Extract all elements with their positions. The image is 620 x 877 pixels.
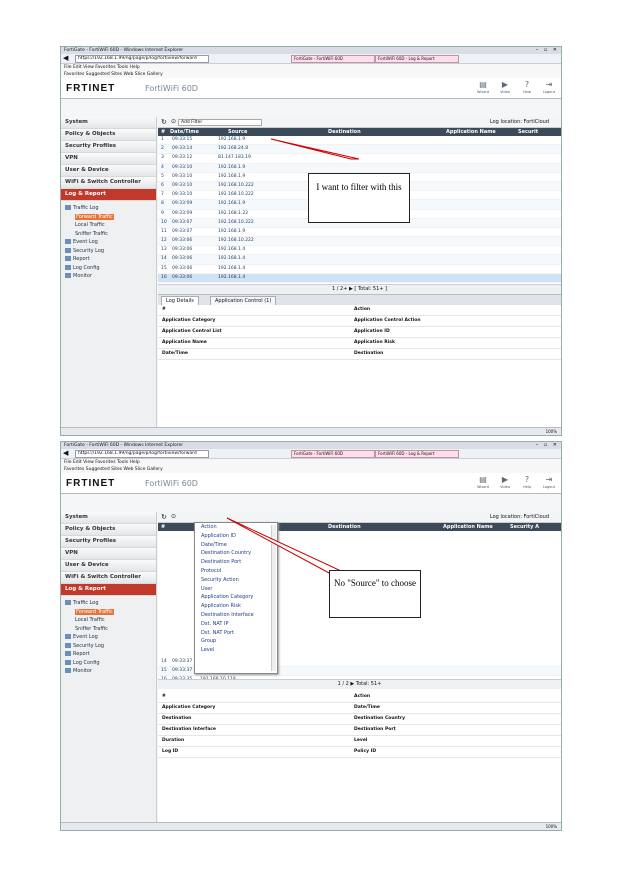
callout-1: I want to filter with this	[308, 173, 410, 223]
callout-pointer-1	[270, 138, 360, 160]
callout-2: No "Source" to choose	[329, 570, 421, 618]
annotation-arrows	[270, 138, 360, 160]
screenshot-2: FortiGate - FortiWiFi 60D - Windows Inte…	[60, 441, 562, 831]
callout-pointer-2	[226, 517, 341, 575]
annotation-arrows	[226, 517, 341, 575]
screenshot-1: FortiGate - FortiWiFi 60D - Windows Inte…	[60, 46, 562, 436]
